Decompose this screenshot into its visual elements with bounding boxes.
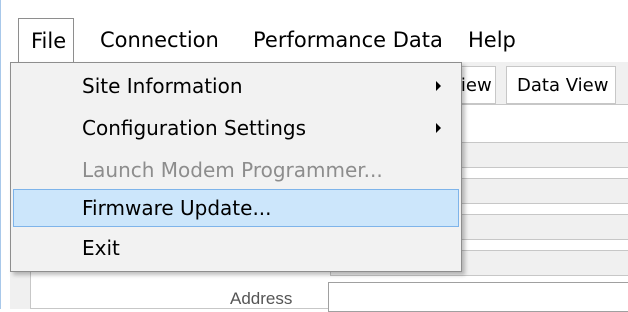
menu-item-label: Configuration Settings <box>82 116 307 140</box>
window-border <box>0 0 1 309</box>
address-label: Address <box>230 289 293 308</box>
menu-item-label: Exit <box>82 236 120 260</box>
menu-item-exit[interactable]: Exit <box>13 229 459 267</box>
tab-data-view[interactable]: Data View <box>506 66 616 104</box>
file-menu-dropdown: Site Information Configuration Settings … <box>10 62 462 272</box>
menu-performance-data[interactable]: Performance Data <box>253 18 443 62</box>
menu-file[interactable]: File <box>18 18 74 63</box>
menu-item-firmware-update[interactable]: Firmware Update... <box>13 189 459 227</box>
menu-item-configuration-settings[interactable]: Configuration Settings <box>13 109 459 147</box>
menu-item-label: Site Information <box>82 74 243 98</box>
menu-connection[interactable]: Connection <box>100 18 219 62</box>
address-field[interactable] <box>328 282 628 312</box>
menu-item-label: Firmware Update... <box>82 196 272 220</box>
window-left-edge <box>0 0 10 309</box>
menu-help[interactable]: Help <box>468 18 516 62</box>
menu-bar: File Connection Performance Data Help <box>10 18 628 63</box>
menu-item-site-information[interactable]: Site Information <box>13 67 459 105</box>
submenu-arrow-icon <box>436 123 441 133</box>
menu-item-label: Launch Modem Programmer... <box>82 158 383 182</box>
submenu-arrow-icon <box>436 81 441 91</box>
menu-item-launch-modem-programmer: Launch Modem Programmer... <box>13 151 459 189</box>
